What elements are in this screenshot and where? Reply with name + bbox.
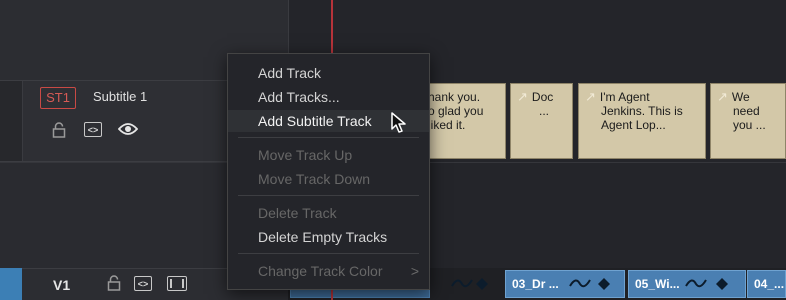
menu-item-move-track-up[interactable]: Move Track Up xyxy=(228,144,429,166)
code-icon[interactable]: <> xyxy=(84,122,102,137)
lock-icon[interactable] xyxy=(107,275,121,291)
mouse-pointer-icon xyxy=(391,112,406,133)
subtitle-clip[interactable]: ↗ I'm Agent Jenkins. This is Agent Lop... xyxy=(578,83,706,159)
link-icon: ↗ xyxy=(517,89,528,104)
subtitle-clip[interactable]: hank you. o glad you liked it. xyxy=(423,83,506,159)
video-track-label[interactable]: V1 xyxy=(53,277,70,293)
menu-item-delete-track[interactable]: Delete Track xyxy=(228,202,429,224)
code-icon[interactable]: <> xyxy=(134,276,152,291)
clip-line: We xyxy=(731,90,750,104)
clip-line: Doc xyxy=(531,90,554,104)
video-clip-label: 05_Wi... xyxy=(635,277,680,291)
menu-separator xyxy=(238,195,419,196)
subtitle-clip[interactable]: ↗ We need you ... xyxy=(710,83,786,159)
lock-icon[interactable] xyxy=(52,122,66,138)
clip-line: need xyxy=(733,104,760,118)
link-icon: ↗ xyxy=(717,89,728,104)
film-icon[interactable] xyxy=(167,276,187,291)
video-clip-label: 03_Dr ... xyxy=(512,277,559,291)
submenu-arrow-icon: > xyxy=(410,263,419,279)
clip-line: hank you. xyxy=(428,90,481,104)
menu-separator xyxy=(238,137,419,138)
clip-line: Agent Lop... xyxy=(601,118,666,132)
menu-item-add-tracks[interactable]: Add Tracks... xyxy=(228,86,429,108)
clip-line: I'm Agent xyxy=(599,90,650,104)
menu-separator xyxy=(238,253,419,254)
subtitle-track-name[interactable]: Subtitle 1 xyxy=(93,89,147,104)
clip-line: ... xyxy=(539,104,550,118)
subtitle-track-badge[interactable]: ST1 xyxy=(40,87,76,109)
menu-item-move-track-down[interactable]: Move Track Down xyxy=(228,168,429,190)
audio-fade-icon xyxy=(569,278,610,290)
audio-fade-icon xyxy=(685,278,728,290)
clip-line: liked it. xyxy=(428,118,466,132)
video-clip[interactable]: 04_... xyxy=(747,270,786,298)
link-icon: ↗ xyxy=(585,89,596,104)
menu-item-label: Change Track Color xyxy=(258,263,383,279)
film-frame xyxy=(170,279,184,288)
clip-line: Jenkins. This is xyxy=(601,104,683,118)
menu-item-add-track[interactable]: Add Track xyxy=(228,62,429,84)
menu-item-delete-empty-tracks[interactable]: Delete Empty Tracks xyxy=(228,226,429,248)
eye-icon[interactable] xyxy=(118,122,138,136)
menu-item-change-track-color[interactable]: Change Track Color > xyxy=(228,260,429,282)
video-track-color-strip xyxy=(0,268,22,300)
track-context-menu: Add Track Add Tracks... Add Subtitle Tra… xyxy=(227,53,430,290)
video-clip-label: 04_... xyxy=(754,277,785,291)
clip-line: o glad you xyxy=(428,104,484,118)
subtitle-clip[interactable]: ↗ Doc ... xyxy=(510,83,573,159)
clip-line: you ... xyxy=(733,118,766,132)
track-color-strip xyxy=(0,81,23,161)
audio-fade-icon xyxy=(451,278,488,290)
